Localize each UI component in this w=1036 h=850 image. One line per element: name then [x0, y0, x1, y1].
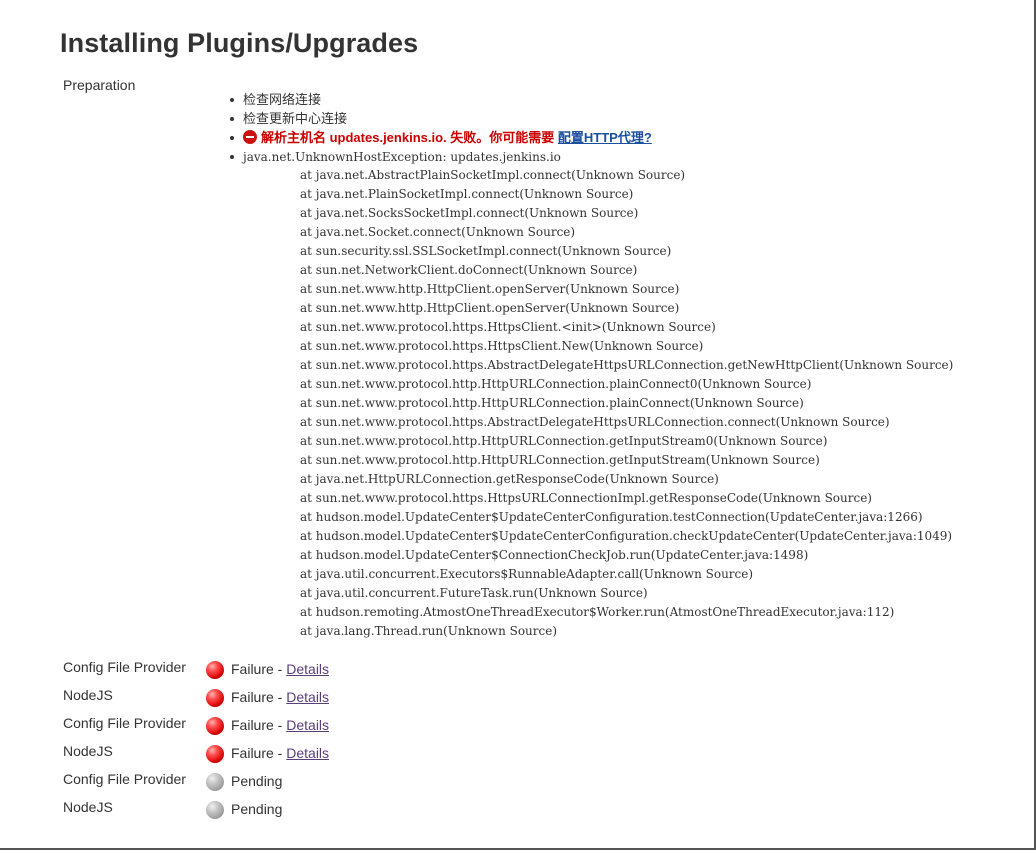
status-label: Failure: [231, 745, 274, 761]
grey-ball-icon: [206, 801, 224, 819]
status-label: Pending: [231, 801, 283, 817]
red-ball-icon: [206, 689, 224, 707]
configure-proxy-link[interactable]: 配置HTTP代理?: [558, 130, 652, 145]
stack-trace-line: at java.net.Socket.connect(Unknown Sourc…: [300, 225, 576, 239]
stack-trace-line: at sun.net.www.protocol.https.AbstractDe…: [300, 415, 890, 429]
status-separator: -: [273, 689, 287, 705]
stack-trace-line: at hudson.model.UpdateCenter$ConnectionC…: [300, 548, 809, 562]
plugin-name: Config File Provider: [63, 659, 186, 675]
stack-trace-line: at sun.net.www.protocol.https.HttpsClien…: [300, 339, 704, 353]
status-separator: -: [273, 661, 287, 677]
stack-trace-line: at java.net.HttpURLConnection.getRespons…: [300, 472, 719, 486]
status-separator: -: [273, 717, 287, 733]
preparation-error-item: 解析主机名 updates.jenkins.io. 失败。你可能需要 配置HTT…: [227, 128, 652, 147]
stack-trace-line: at sun.net.www.protocol.https.HttpsURLCo…: [300, 491, 872, 505]
stack-trace-line: at java.net.AbstractPlainSocketImpl.conn…: [300, 168, 686, 182]
details-link[interactable]: Details: [286, 661, 329, 677]
status-label: Failure: [231, 689, 274, 705]
plugin-name: Config File Provider: [63, 771, 186, 787]
plugin-status: Failure - Details: [231, 689, 329, 705]
error-circle-icon: [243, 130, 257, 144]
plugin-name: NodeJS: [63, 687, 113, 703]
stack-trace-line: at java.net.PlainSocketImpl.connect(Unkn…: [300, 187, 634, 201]
status-label: Pending: [231, 773, 283, 789]
exception-item: java.net.UnknownHostException: updates.j…: [227, 147, 652, 166]
stack-trace-line: at sun.net.www.protocol.http.HttpURLConn…: [300, 396, 804, 410]
stack-trace-line: at sun.security.ssl.SSLSocketImpl.connec…: [300, 244, 672, 258]
status-separator: -: [273, 745, 287, 761]
grey-ball-icon: [206, 773, 224, 791]
plugin-status: Pending: [231, 773, 282, 789]
plugin-name: NodeJS: [63, 743, 113, 759]
preparation-item-label: 检查更新中心连接: [243, 111, 348, 126]
stack-trace-line: at java.util.concurrent.Executors$Runnab…: [300, 567, 754, 581]
details-link[interactable]: Details: [286, 745, 329, 761]
plugin-status: Failure - Details: [231, 745, 329, 761]
stack-trace-line: at hudson.model.UpdateCenter$UpdateCente…: [300, 529, 953, 543]
stack-trace-line: at java.net.SocksSocketImpl.connect(Unkn…: [300, 206, 639, 220]
stack-trace-line: at java.lang.Thread.run(Unknown Source): [300, 624, 558, 638]
stack-trace-line: at java.util.concurrent.FutureTask.run(U…: [300, 586, 648, 600]
stack-trace-line: at hudson.remoting.AtmostOneThreadExecut…: [300, 605, 895, 619]
status-label: Failure: [231, 717, 274, 733]
stack-trace-line: at sun.net.www.protocol.https.HttpsClien…: [300, 320, 716, 334]
preparation-item-network: 检查网络连接: [227, 90, 652, 109]
plugin-status: Failure - Details: [231, 717, 329, 733]
preparation-item-label: 检查网络连接: [243, 92, 322, 107]
red-ball-icon: [206, 661, 224, 679]
stack-trace-line: at sun.net.www.http.HttpClient.openServe…: [300, 301, 680, 315]
page-title: Installing Plugins/Upgrades: [60, 28, 419, 58]
plugin-status: Pending: [231, 801, 282, 817]
red-ball-icon: [206, 745, 224, 763]
stack-trace-line: at sun.net.www.protocol.http.HttpURLConn…: [300, 434, 828, 448]
preparation-item-update-center: 检查更新中心连接: [227, 109, 652, 128]
status-label: Failure: [231, 661, 274, 677]
stack-trace: at java.net.AbstractPlainSocketImpl.conn…: [300, 166, 953, 641]
stack-trace-line: at sun.net.www.protocol.http.HttpURLConn…: [300, 453, 820, 467]
stack-trace-line: at sun.net.NetworkClient.doConnect(Unkno…: [300, 263, 638, 277]
plugin-name: NodeJS: [63, 799, 113, 815]
preparation-label: Preparation: [63, 77, 136, 93]
stack-trace-line: at sun.net.www.http.HttpClient.openServe…: [300, 282, 680, 296]
red-ball-icon: [206, 717, 224, 735]
stack-trace-line: at sun.net.www.protocol.https.AbstractDe…: [300, 358, 954, 372]
details-link[interactable]: Details: [286, 717, 329, 733]
preparation-list: 检查网络连接 检查更新中心连接 解析主机名 updates.jenkins.io…: [227, 90, 652, 166]
error-message: 解析主机名 updates.jenkins.io. 失败。你可能需要: [261, 130, 555, 145]
details-link[interactable]: Details: [286, 689, 329, 705]
stack-trace-line: at sun.net.www.protocol.http.HttpURLConn…: [300, 377, 812, 391]
exception-message: java.net.UnknownHostException: updates.j…: [243, 150, 561, 164]
stack-trace-line: at hudson.model.UpdateCenter$UpdateCente…: [300, 510, 923, 524]
plugin-name: Config File Provider: [63, 715, 186, 731]
plugin-status: Failure - Details: [231, 661, 329, 677]
